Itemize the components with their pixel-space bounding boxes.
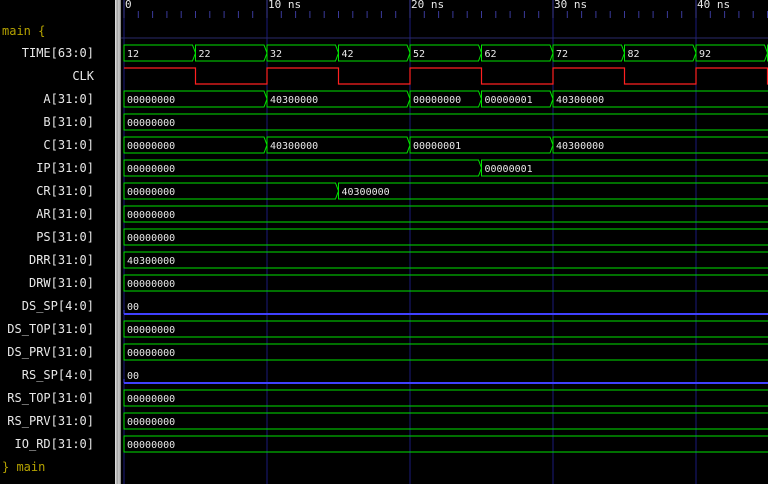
bus-value: 00000001 xyxy=(413,141,461,152)
bus-value: 00000000 xyxy=(127,187,175,198)
signal-name[interactable]: RS_SP[4:0] xyxy=(22,364,94,387)
time-label: 40 ns xyxy=(697,0,730,11)
time-label: 0 xyxy=(125,0,132,11)
bus-value: 40300000 xyxy=(556,95,604,106)
signal-name[interactable]: DS_PRV[31:0] xyxy=(7,341,94,364)
signal-name[interactable]: TIME[63:0] xyxy=(22,42,94,65)
signal-name[interactable]: PS[31:0] xyxy=(36,226,94,249)
bus-value: 52 xyxy=(413,49,425,60)
signal-name[interactable]: DS_SP[4:0] xyxy=(22,295,94,318)
waveform-pane[interactable]: 0 10 ns 20 ns 30 ns 40 ns 12 22 32 42 52 62 72 82 92 0… xyxy=(121,0,768,484)
group-main-close[interactable]: } main xyxy=(2,456,45,479)
signal-name[interactable]: CLK xyxy=(72,65,94,88)
bus-segment xyxy=(123,435,768,453)
bus-value: 40300000 xyxy=(270,141,318,152)
signal-name[interactable]: B[31:0] xyxy=(43,111,94,134)
bus-segment xyxy=(123,412,768,430)
bus-segment xyxy=(123,389,768,407)
signal-name[interactable]: C[31:0] xyxy=(43,134,94,157)
bus-value: 00000000 xyxy=(127,394,175,405)
signal-name[interactable]: DS_TOP[31:0] xyxy=(7,318,94,341)
signal-name[interactable]: RS_TOP[31:0] xyxy=(7,387,94,410)
bus-value: 00000000 xyxy=(127,210,175,221)
bus-segment xyxy=(123,251,768,269)
bus-segment xyxy=(123,113,768,131)
bus-value: 42 xyxy=(342,49,354,60)
bus-segment xyxy=(123,320,768,338)
signal-name[interactable]: IO_RD[31:0] xyxy=(15,433,94,456)
bus-value: 32 xyxy=(270,49,282,60)
bus-segment xyxy=(123,205,768,223)
bus-segment xyxy=(123,228,768,246)
group-main-open[interactable]: main { xyxy=(2,20,45,43)
bus-value: 40300000 xyxy=(127,256,175,267)
signal-name[interactable]: RS_PRV[31:0] xyxy=(7,410,94,433)
bus-value: 00000000 xyxy=(127,95,175,106)
bus-value: 00000000 xyxy=(127,118,175,129)
bus-value: 00000000 xyxy=(127,141,175,152)
signal-name[interactable]: DRW[31:0] xyxy=(29,272,94,295)
bus-value: 72 xyxy=(556,49,568,60)
bus-value: 00000000 xyxy=(127,440,175,451)
bus-value: 00 xyxy=(127,302,139,313)
bus-value: 22 xyxy=(199,49,211,60)
bus-value: 40300000 xyxy=(556,141,604,152)
bus-value: 40300000 xyxy=(270,95,318,106)
bus-value: 00000001 xyxy=(485,95,533,106)
bus-value: 00000000 xyxy=(127,164,175,175)
signal-name[interactable]: CR[31:0] xyxy=(36,180,94,203)
bus-value: 00000000 xyxy=(127,348,175,359)
bus-value: 82 xyxy=(628,49,640,60)
bus-value: 40300000 xyxy=(342,187,390,198)
bus-value: 00000000 xyxy=(127,233,175,244)
signal-name[interactable]: A[31:0] xyxy=(43,88,94,111)
bus-value: 00000001 xyxy=(485,164,533,175)
bus-segment xyxy=(123,159,483,177)
signal-name[interactable]: AR[31:0] xyxy=(36,203,94,226)
clock-waveform xyxy=(124,67,768,85)
bus-value: 00000000 xyxy=(127,279,175,290)
signal-name[interactable]: IP[31:0] xyxy=(36,157,94,180)
time-label: 20 ns xyxy=(411,0,444,11)
bus-value: 92 xyxy=(699,49,711,60)
bus-value: 00000000 xyxy=(127,417,175,428)
bus-value: 00 xyxy=(127,371,139,382)
bus-value: 62 xyxy=(485,49,497,60)
signal-name-pane: main { } main TIME[63:0] CLK A[31:0] B[31:0… xyxy=(0,0,115,484)
time-label: 30 ns xyxy=(554,0,587,11)
signal-name[interactable]: DRR[31:0] xyxy=(29,249,94,272)
bus-value: 00000000 xyxy=(127,325,175,336)
bus-value: 00000000 xyxy=(413,95,461,106)
bus-segment xyxy=(123,343,768,361)
bus-value: 12 xyxy=(127,49,139,60)
time-label: 10 ns xyxy=(268,0,301,11)
bus-segment xyxy=(123,274,768,292)
